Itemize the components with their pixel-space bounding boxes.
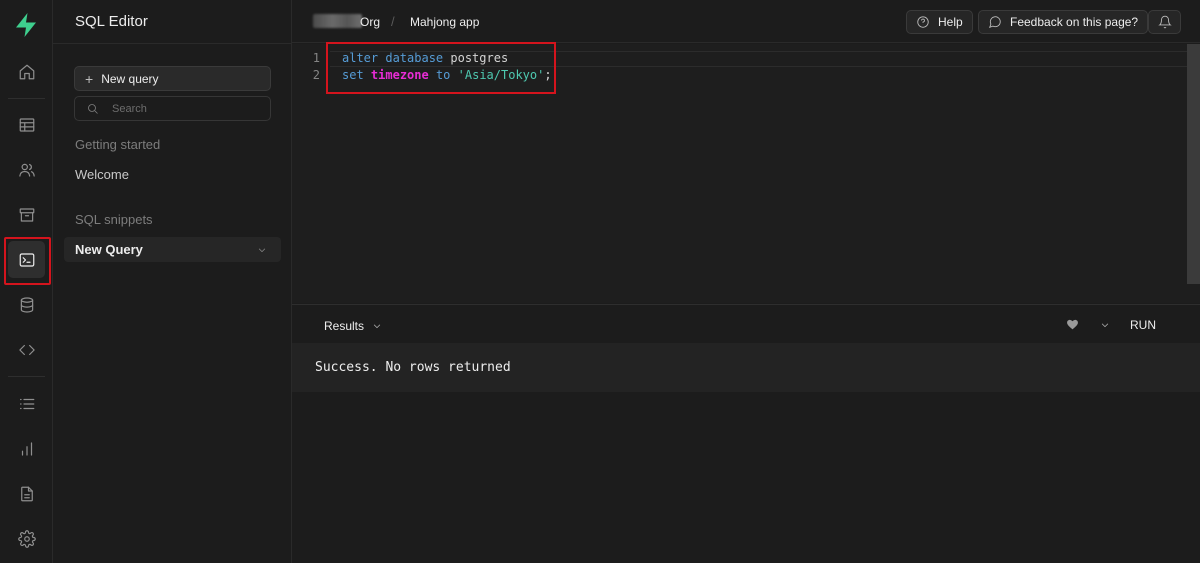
search-icon [88,103,98,114]
home-icon [19,64,34,79]
sql-editor-sidebar: SQL Editor + New query Getting started W… [53,0,292,563]
result-message-row: Success. No rows returned [292,343,1200,392]
snippet-item-label: New Query [75,242,143,257]
rail-authentication-button[interactable] [8,151,45,188]
results-tab-label: Results [324,319,365,333]
rail-divider [8,376,45,377]
new-query-label: New query [101,71,159,86]
storage-icon [19,207,34,222]
sidebar-title: SQL Editor [75,13,148,30]
rail-sql-editor-button[interactable] [8,241,45,278]
sql-editor-icon [19,252,34,267]
results-tab[interactable]: Results [324,319,382,333]
results-toolbar: Results RUN [292,304,1200,343]
sql-snippets-heading: SQL snippets [75,212,153,227]
snippet-item-new-query[interactable]: New Query [64,237,281,262]
code-line[interactable]: 1 alter database postgres [292,49,508,66]
rail-settings-button[interactable] [8,520,45,557]
breadcrumb-org[interactable]: Org [360,15,380,29]
search-field[interactable] [74,96,271,121]
feedback-button[interactable]: Feedback on this page? [978,10,1149,34]
redacted-org-name [313,14,362,28]
database-icon [20,296,33,313]
top-header: Org / Mahjong app Help Feedback on this … [292,0,1200,43]
docs-icon [20,486,33,501]
rail-reports-button[interactable] [8,430,45,467]
search-input[interactable] [112,102,262,115]
editor-scrollbar[interactable] [1187,44,1200,284]
chevron-down-icon[interactable] [257,245,267,255]
chevron-down-icon[interactable] [1100,320,1110,330]
code-text: alter database postgres [342,50,509,65]
rail-logs-button[interactable] [8,385,45,422]
welcome-link[interactable]: Welcome [75,167,129,182]
rail-divider [8,98,45,99]
code-line[interactable]: 2 set timezone to 'Asia/Tokyo'; [292,66,552,83]
supabase-logo-icon[interactable] [14,12,38,38]
help-label: Help [938,15,963,29]
rail-storage-button[interactable] [8,196,45,233]
users-icon [18,163,35,177]
rail-table-editor-button[interactable] [8,106,45,143]
bell-icon [1157,15,1172,29]
feedback-label: Feedback on this page? [1010,15,1139,29]
rail-docs-button[interactable] [8,475,45,512]
api-code-icon [18,344,35,355]
logs-list-icon [19,398,34,409]
breadcrumb-separator: / [391,14,395,29]
result-message: Success. No rows returned [315,360,511,375]
help-button[interactable]: Help [906,10,973,34]
line-number: 2 [312,67,320,82]
icon-rail [0,0,53,563]
help-circle-icon [917,16,929,28]
run-button[interactable]: RUN [1130,318,1156,332]
breadcrumb-project[interactable]: Mahjong app [410,15,479,29]
sidebar-divider [53,43,292,44]
settings-gear-icon [17,529,36,548]
notifications-button[interactable] [1148,10,1181,34]
code-text: set timezone to 'Asia/Tokyo'; [342,67,552,82]
chevron-down-icon [373,324,381,329]
results-panel: Success. No rows returned [292,343,1200,563]
sql-code-editor[interactable]: 1 alter database postgres 2 set timezone… [292,42,1200,303]
line-number: 1 [312,50,320,65]
getting-started-heading: Getting started [75,137,161,152]
table-editor-icon [19,117,34,132]
rail-database-button[interactable] [8,286,45,323]
new-query-button[interactable]: + New query [74,66,271,91]
favorite-heart-icon[interactable] [1066,318,1079,331]
rail-home-button[interactable] [8,53,45,90]
message-bubble-icon [989,16,1001,28]
plus-icon: + [85,70,94,87]
reports-chart-icon [21,441,32,456]
rail-api-button[interactable] [8,331,45,368]
